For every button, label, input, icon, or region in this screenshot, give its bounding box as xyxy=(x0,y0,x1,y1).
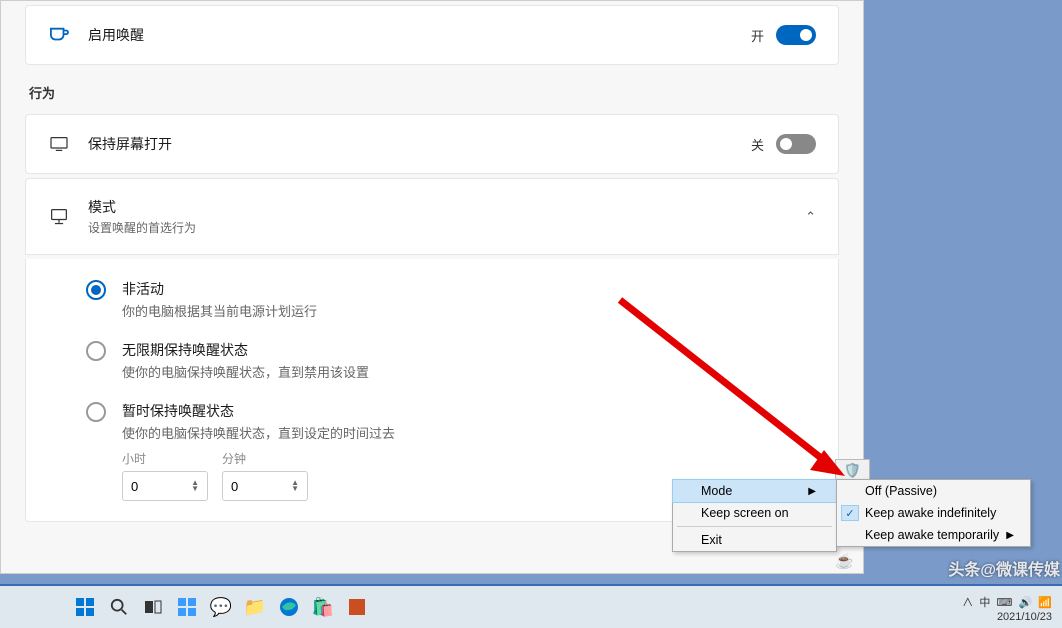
radio-sub: 你的电脑根据其当前电源计划运行 xyxy=(122,301,317,320)
shield-icon[interactable]: 🛡️ xyxy=(844,462,861,479)
system-clock[interactable]: ∧ 中 ⌨ 🔊 📶 2021/10/23 xyxy=(962,596,1052,624)
monitor-icon xyxy=(48,133,70,155)
radio-title: 暂时保持唤醒状态 xyxy=(122,401,395,421)
start-button[interactable] xyxy=(72,594,98,620)
keep-screen-row: 保持屏幕打开 关 xyxy=(25,114,839,174)
widgets-icon[interactable] xyxy=(174,594,200,620)
submenu-arrow-icon: ▶ xyxy=(808,486,816,497)
chevron-up-icon: ⌃ xyxy=(805,209,816,225)
menu-label: Keep awake indefinitely xyxy=(865,506,996,520)
radio-temporary[interactable]: 暂时保持唤醒状态 使你的电脑保持唤醒状态，直到设定的时间过去 xyxy=(48,401,816,442)
watermark-text: 头条@微课传媒 xyxy=(948,556,1060,580)
radio-sub: 使你的电脑保持唤醒状态，直到禁用该设置 xyxy=(122,362,369,381)
check-icon: ✓ xyxy=(841,505,859,521)
menu-label: Keep awake temporarily xyxy=(865,528,999,542)
enable-wake-state: 开 xyxy=(751,26,764,45)
submenu-off[interactable]: Off (Passive) xyxy=(837,480,1030,502)
hours-label: 小时 xyxy=(122,450,208,467)
enable-wake-row: 启用唤醒 开 xyxy=(25,5,839,65)
menu-mode[interactable]: Mode ▶ xyxy=(672,479,837,503)
enable-wake-label: 启用唤醒 xyxy=(88,25,144,45)
taskbar: 💬 📁 🛍️ ∧ 中 ⌨ 🔊 📶 2021/10/23 xyxy=(0,584,1062,628)
radio-indefinite[interactable]: 无限期保持唤醒状态 使你的电脑保持唤醒状态，直到禁用该设置 xyxy=(48,340,816,381)
store-icon[interactable]: 🛍️ xyxy=(310,594,336,620)
tray-cup-icon[interactable]: ☕ xyxy=(835,552,854,570)
hours-value: 0 xyxy=(131,479,138,494)
app-icon[interactable] xyxy=(344,594,370,620)
edge-icon[interactable] xyxy=(276,594,302,620)
menu-separator xyxy=(677,526,832,527)
content-area: 启用唤醒 开 行为 保持屏幕打开 关 xyxy=(1,1,863,546)
taskview-icon[interactable] xyxy=(140,594,166,620)
spinner-arrows-icon: ▲▼ xyxy=(191,480,199,492)
radio-sub: 使你的电脑保持唤醒状态，直到设定的时间过去 xyxy=(122,423,395,442)
mode-sub: 设置唤醒的首选行为 xyxy=(88,219,196,236)
mode-submenu: Off (Passive) ✓ Keep awake indefinitely … xyxy=(836,479,1031,547)
search-icon[interactable] xyxy=(106,594,132,620)
explorer-icon[interactable]: 📁 xyxy=(242,594,268,620)
tray-menu: Mode ▶ Keep screen on Exit xyxy=(672,479,837,552)
submenu-arrow-icon: ▶ xyxy=(1006,530,1014,541)
chat-icon[interactable]: 💬 xyxy=(208,594,234,620)
cup-icon xyxy=(48,24,70,46)
submenu-temporary[interactable]: Keep awake temporarily ▶ xyxy=(837,524,1030,546)
enable-wake-toggle[interactable] xyxy=(776,25,816,45)
radio-inactive[interactable]: 非活动 你的电脑根据其当前电源计划运行 xyxy=(48,279,816,320)
radio-icon xyxy=(86,280,106,300)
behavior-heading: 行为 xyxy=(29,83,839,102)
submenu-indefinite[interactable]: ✓ Keep awake indefinitely xyxy=(837,502,1030,524)
minutes-label: 分钟 xyxy=(222,450,308,467)
menu-label: Mode xyxy=(701,484,732,498)
date-text: 2021/10/23 xyxy=(962,610,1052,624)
menu-label: Off (Passive) xyxy=(865,484,937,498)
minutes-value: 0 xyxy=(231,479,238,494)
radio-icon xyxy=(86,402,106,422)
mode-label: 模式 xyxy=(88,197,196,217)
radio-icon xyxy=(86,341,106,361)
keep-screen-toggle[interactable] xyxy=(776,134,816,154)
minutes-spinner[interactable]: 0 ▲▼ xyxy=(222,471,308,501)
spinner-arrows-icon: ▲▼ xyxy=(291,480,299,492)
display-icon xyxy=(48,206,70,228)
menu-label: Keep screen on xyxy=(701,506,789,520)
menu-exit[interactable]: Exit xyxy=(673,529,836,551)
radio-title: 非活动 xyxy=(122,279,317,299)
keep-screen-label: 保持屏幕打开 xyxy=(88,134,172,154)
menu-keep-screen[interactable]: Keep screen on xyxy=(673,502,836,524)
menu-label: Exit xyxy=(701,533,722,547)
keep-screen-state: 关 xyxy=(751,135,764,154)
mode-row[interactable]: 模式 设置唤醒的首选行为 ⌃ xyxy=(25,178,839,255)
hours-spinner[interactable]: 0 ▲▼ xyxy=(122,471,208,501)
radio-title: 无限期保持唤醒状态 xyxy=(122,340,369,360)
